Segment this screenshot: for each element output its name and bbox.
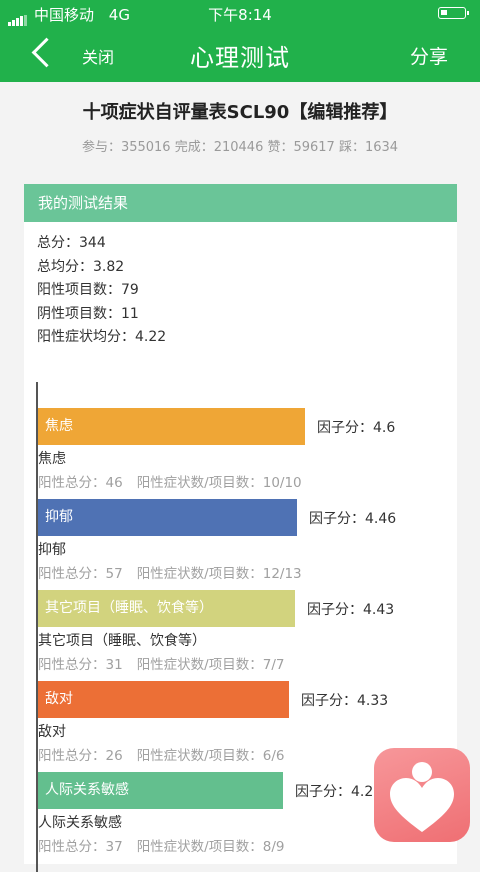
- factor-name: 其它项目（睡眠、饮食等）: [38, 633, 206, 649]
- factor-positive-total: 阳性总分：46: [38, 475, 123, 491]
- factor-positive-total: 阳性总分：37: [38, 839, 123, 855]
- factor-positive-ratio: 阳性症状数/项目数：6/6: [136, 748, 285, 764]
- factor-stats: 阳性总分：57 阳性症状数/项目数：12/13: [38, 562, 316, 582]
- factor-item: 焦虑 因子分：4.6 焦虑 阳性总分：46 阳性症状数/项目数：10/10: [38, 408, 458, 500]
- quiz-stats: 参与：355016 完成：210446 赞：59617 踩：1634: [81, 140, 399, 155]
- factor-positive-ratio: 阳性症状数/项目数：12/13: [136, 566, 302, 582]
- factor-bar: 抑郁: [38, 499, 297, 536]
- summary-positive-count: 阳性项目数：79: [37, 282, 139, 298]
- factor-stats: 阳性总分：37 阳性症状数/项目数：8/9: [38, 835, 298, 855]
- factor-bar: 人际关系敏感: [38, 772, 283, 809]
- quiz-title: 十项症状自评量表SCL90【编辑推荐】: [82, 102, 398, 123]
- factor-stats: 阳性总分：31 阳性症状数/项目数：7/7: [38, 653, 298, 673]
- summary-total: 总分：344: [37, 235, 106, 251]
- factor-bar: 敌对: [38, 681, 289, 718]
- factor-score: 因子分：4.33: [301, 693, 389, 709]
- factor-name: 焦虑: [38, 451, 66, 467]
- summary-average: 总均分：3.82: [37, 258, 125, 275]
- factor-score: 因子分：4.6: [317, 420, 396, 436]
- factor-item: 其它项目（睡眠、饮食等） 因子分：4.43 其它项目（睡眠、饮食等） 阳性总分：…: [38, 590, 458, 682]
- summary-positive-average: 阳性症状均分：4.22: [37, 329, 167, 345]
- factor-positive-ratio: 阳性症状数/项目数：7/7: [136, 657, 285, 673]
- factor-positive-total: 阳性总分：26: [38, 748, 123, 764]
- heart-person-icon: [390, 762, 454, 832]
- factor-stats: 阳性总分：26 阳性症状数/项目数：6/6: [38, 744, 298, 764]
- factor-positive-total: 阳性总分：57: [38, 566, 123, 582]
- factor-name: 敌对: [38, 724, 66, 740]
- result-header: 我的测试结果: [24, 184, 457, 222]
- summary-negative-count: 阴性项目数：11: [37, 305, 139, 322]
- factor-score: 因子分：4.43: [307, 602, 395, 618]
- factor-score: 因子分：4.46: [309, 511, 397, 527]
- factor-item: 抑郁 因子分：4.46 抑郁 阳性总分：57 阳性症状数/项目数：12/13: [38, 499, 458, 591]
- factor-bar: 其它项目（睡眠、饮食等）: [38, 590, 295, 627]
- page-title: 心理测试: [190, 44, 290, 72]
- share-button[interactable]: 分享: [410, 42, 448, 69]
- factor-bar: 焦虑: [38, 408, 305, 445]
- factor-positive-ratio: 阳性症状数/项目数：10/10: [136, 475, 302, 491]
- factor-score: 因子分：4.22: [295, 784, 383, 800]
- result-summary: 总分：344 总均分：3.82 阳性项目数：79 阴性项目数：11 阳性症状均分…: [37, 232, 166, 350]
- factor-positive-ratio: 阳性症状数/项目数：8/9: [136, 839, 285, 855]
- factor-positive-total: 阳性总分：31: [38, 657, 123, 673]
- factor-stats: 阳性总分：46 阳性症状数/项目数：10/10: [38, 471, 316, 491]
- floating-app-button[interactable]: [374, 748, 470, 842]
- status-bar: 中国移动 4G 下午8:14: [0, 0, 480, 26]
- battery-icon: [438, 7, 469, 19]
- status-time: 下午8:14: [208, 6, 272, 24]
- factor-name: 人际关系敏感: [38, 815, 122, 831]
- top-bar: 中国移动 4G 下午8:14 关闭 心理测试 分享: [0, 0, 480, 82]
- factor-name: 抑郁: [38, 542, 66, 558]
